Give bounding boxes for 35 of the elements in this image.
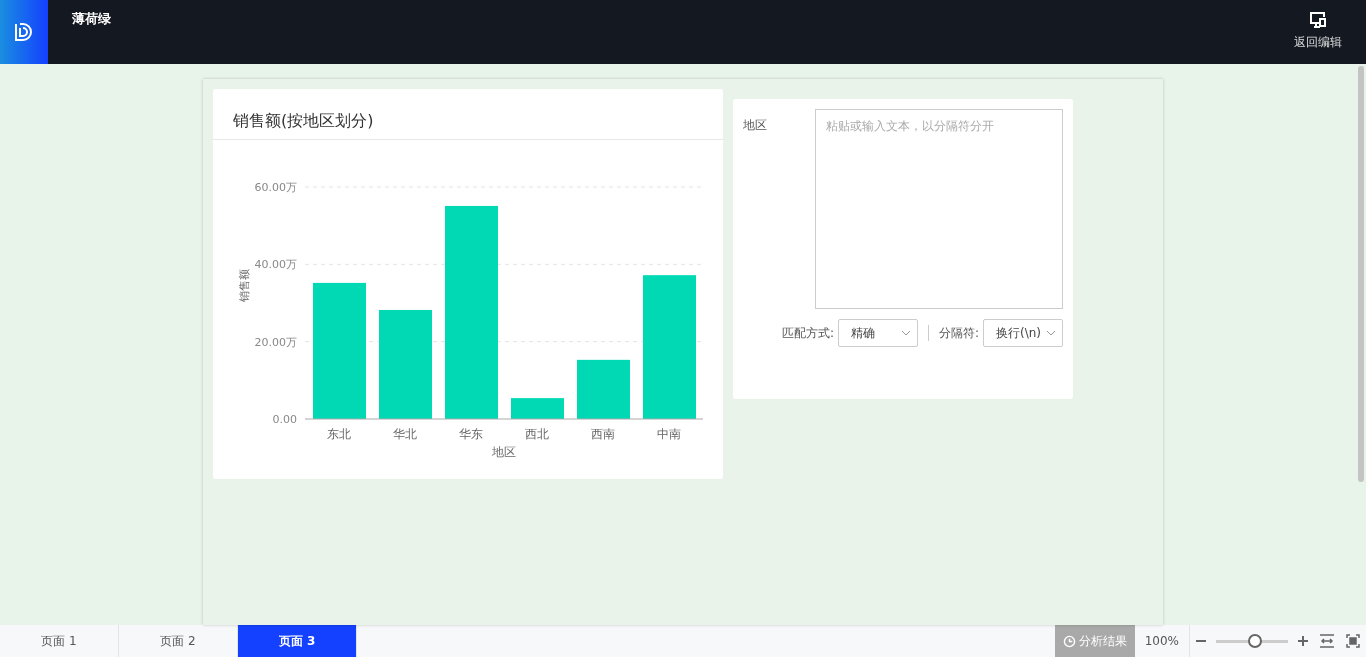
x-tick-label: 华北 <box>393 427 417 441</box>
y-tick-label: 0.00 <box>272 413 297 426</box>
match-mode-dropdown[interactable]: 精确 <box>837 319 918 347</box>
separator-dropdown[interactable]: 换行(\n) <box>983 319 1063 347</box>
y-tick-label: 40.00万 <box>254 258 297 272</box>
logo-icon <box>14 22 34 42</box>
filter-label: 地区 <box>743 117 768 134</box>
x-tick-label: 西南 <box>591 427 615 441</box>
y-tick-label: 60.00万 <box>254 181 297 194</box>
fit-width-icon <box>1320 634 1334 648</box>
slider-thumb[interactable] <box>1247 634 1262 648</box>
chart-title: 销售额(按地区划分) <box>213 89 723 140</box>
y-tick-label: 20.00万 <box>254 335 297 349</box>
scrollbar[interactable] <box>1358 66 1364 482</box>
chevron-down-icon <box>1046 330 1056 336</box>
page-tab[interactable]: 页面 3 <box>238 625 357 657</box>
bar <box>577 359 630 419</box>
x-tick-label: 中南 <box>657 427 681 441</box>
bar <box>511 398 564 419</box>
x-axis-title: 地区 <box>492 445 516 459</box>
monitor-icon <box>1309 12 1327 28</box>
zoom-percentage: 100% <box>1134 625 1190 657</box>
separator-label: 分隔符: <box>938 324 979 342</box>
match-mode-label: 匹配方式: <box>781 324 834 342</box>
report-title: 薄荷绿 <box>71 10 112 28</box>
x-tick-label: 东北 <box>327 427 351 441</box>
plus-icon <box>1298 636 1308 646</box>
text-input-field[interactable]: 粘贴或输入文本，以分隔符分开 <box>814 109 1063 309</box>
back-to-edit-button[interactable]: 返回编辑 <box>1270 0 1366 64</box>
x-tick-label: 华东 <box>459 427 483 441</box>
chevron-down-icon <box>900 330 911 336</box>
y-axis-title: 销售额 <box>238 268 251 302</box>
x-tick-label: 西北 <box>525 427 549 441</box>
page-tab[interactable]: 页面 1 <box>0 625 119 657</box>
fullscreen-icon <box>1346 634 1360 648</box>
